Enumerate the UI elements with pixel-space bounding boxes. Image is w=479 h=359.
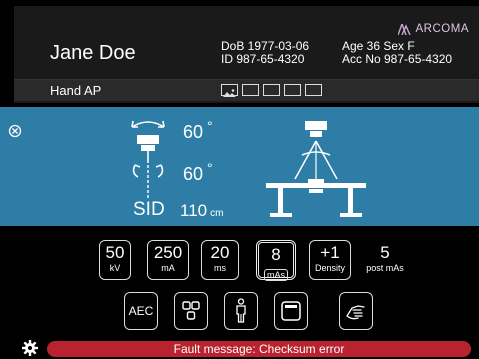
brand: ARCOMA <box>397 23 469 35</box>
aec-label: AEC <box>128 304 154 318</box>
image-thumbnail-2[interactable] <box>242 84 259 96</box>
patient-info-col1: DoB 1977-03-06 ID 987-65-4320 <box>221 40 309 66</box>
density-param[interactable]: +1 Density <box>309 240 351 280</box>
patient-id: ID 987-65-4320 <box>221 52 305 66</box>
mas-unit: mAs <box>264 269 288 281</box>
mas-value: 8 <box>271 245 281 264</box>
sid-label: SID <box>133 199 165 220</box>
ms-param[interactable]: 20 ms <box>201 240 239 280</box>
close-circle-icon[interactable] <box>8 124 22 138</box>
field-layout-button[interactable] <box>174 292 208 330</box>
patient-name: Jane Doe <box>50 42 136 64</box>
kv-param[interactable]: 50 kV <box>99 240 131 280</box>
hand-icon <box>346 305 365 320</box>
density-value: +1 <box>320 243 340 262</box>
patient-info-col2: Age 36 Sex F Acc No 987-65-4320 <box>342 40 452 66</box>
hand-button[interactable] <box>339 292 373 330</box>
image-thumbnail-5[interactable] <box>305 84 322 96</box>
detector-frame-icon <box>281 301 301 321</box>
image-thumbnail-3[interactable] <box>263 84 280 96</box>
tube-rotation-value[interactable]: 60 ° <box>183 160 213 185</box>
geometry-panel: 60 ° 60 ° SID 110 cm <box>0 107 479 226</box>
image-thumbnails <box>221 84 322 97</box>
tube-rotation-number: 60 <box>183 164 204 184</box>
sid-unit: cm <box>210 208 224 219</box>
density-unit: Density <box>314 263 345 273</box>
patient-standing-icon <box>236 298 246 323</box>
kv-value: 50 <box>105 243 125 262</box>
kv-unit: kV <box>109 263 121 273</box>
post-mas-unit: post mAs <box>366 263 404 273</box>
tool-buttons: AEC <box>0 292 479 332</box>
ms-value: 20 <box>210 243 230 262</box>
table-beam-diagram <box>266 121 366 217</box>
degree-symbol: ° <box>207 160 213 176</box>
exposure-parameters: 50 kV 250 mA 20 ms 8 mAs +1 Density 5 po… <box>0 240 479 282</box>
brand-name: ARCOMA <box>415 23 469 35</box>
exam-name[interactable]: Hand AP <box>50 83 101 98</box>
patient-position-button[interactable] <box>224 292 258 330</box>
settings-gear-icon[interactable] <box>22 340 38 356</box>
patient-acc-no: Acc No 987-65-4320 <box>342 52 453 66</box>
image-thumbnail-1[interactable] <box>221 84 238 97</box>
ma-unit: mA <box>161 263 175 273</box>
tube-tilt-number: 60 <box>183 122 204 142</box>
detector-button[interactable] <box>274 292 308 330</box>
post-mas-value: 5 <box>380 243 390 262</box>
field-layout-icon <box>182 301 200 320</box>
image-icon <box>223 89 236 97</box>
ms-unit: ms <box>214 263 226 273</box>
degree-symbol: ° <box>207 118 213 134</box>
arcoma-logo-icon <box>397 23 411 35</box>
sid-value[interactable]: 110 cm <box>180 201 223 221</box>
post-mas-display: 5 post mAs <box>361 240 409 280</box>
ma-value: 250 <box>153 243 183 262</box>
ma-param[interactable]: 250 mA <box>147 240 189 280</box>
aec-button[interactable]: AEC <box>124 292 158 330</box>
tube-tilt-value[interactable]: 60 ° <box>183 118 213 143</box>
patient-header: ARCOMA Jane Doe DoB 1977-03-06 ID 987-65… <box>0 0 479 103</box>
fault-message-bar[interactable]: Fault message: Checksum error <box>47 341 471 357</box>
sid-number: 110 <box>180 201 208 220</box>
mas-param[interactable]: 8 mAs <box>256 240 296 281</box>
exam-bar[interactable]: Hand AP <box>14 79 479 101</box>
image-thumbnail-4[interactable] <box>284 84 301 96</box>
